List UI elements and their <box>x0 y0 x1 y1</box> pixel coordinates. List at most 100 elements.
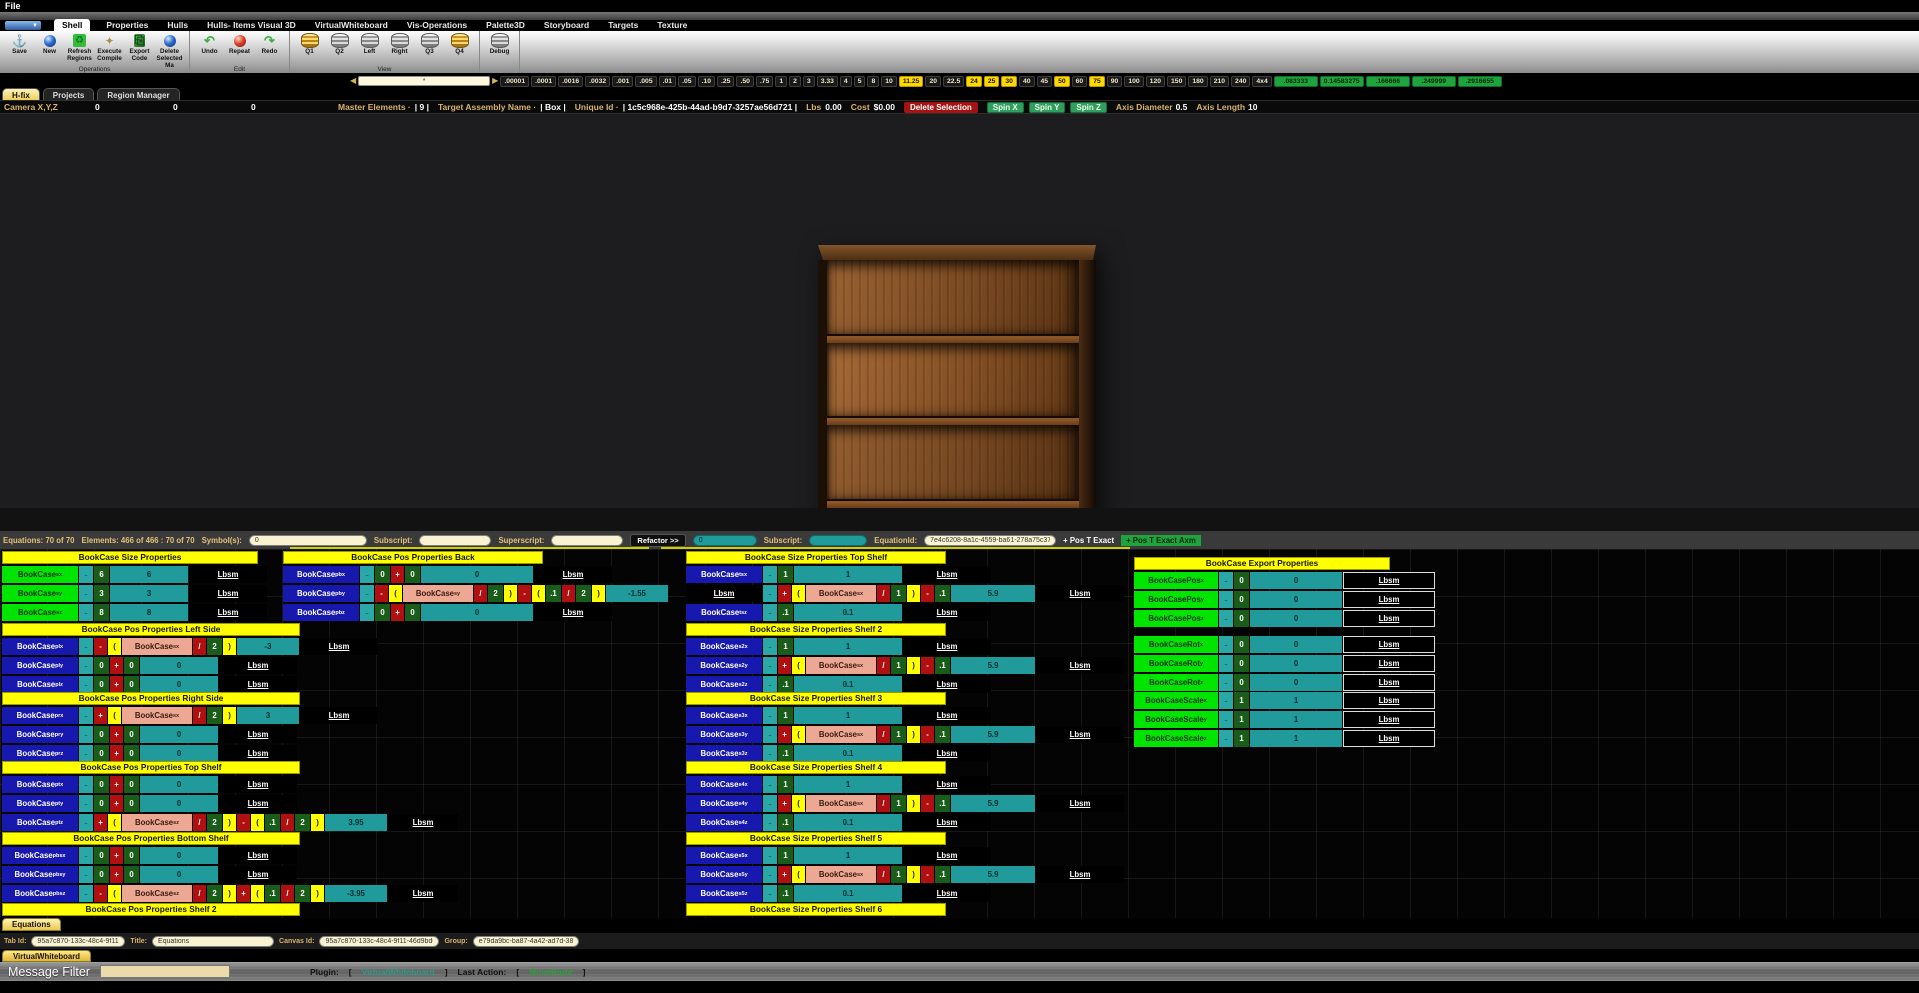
lbsm-link[interactable]: Lbsm <box>219 657 297 674</box>
dots-cell[interactable]: .. <box>763 847 777 864</box>
lbsm-link[interactable]: Lbsm <box>388 814 458 831</box>
paren-token[interactable]: ( <box>792 866 805 883</box>
number-token[interactable]: 0 <box>94 745 109 762</box>
reference-token[interactable]: BookCase sy <box>403 585 473 602</box>
value-cell[interactable]: 0 <box>140 847 218 864</box>
operator-token[interactable]: / <box>877 795 890 812</box>
lbsm-link[interactable]: Lbsm <box>1343 730 1435 747</box>
number-token[interactable]: 2 <box>207 814 222 831</box>
increment-3[interactable]: 3 <box>802 75 815 87</box>
value-cell[interactable]: 5.9 <box>951 795 1035 812</box>
number-token[interactable]: 0 <box>94 676 109 693</box>
panel-title[interactable]: BookCase Size Properties Shelf 2 <box>686 623 946 636</box>
operator-token[interactable]: + <box>778 585 791 602</box>
save-button[interactable]: Save <box>5 33 34 69</box>
menu-vis-operations[interactable]: Vis-Operations <box>404 19 470 31</box>
tab-id-input[interactable] <box>31 935 126 947</box>
lbsm-link[interactable]: Lbsm <box>219 726 297 743</box>
variable-label[interactable]: BookCase s4z <box>686 814 762 831</box>
dots-cell[interactable]: .. <box>360 566 374 583</box>
value-cell[interactable]: 0 <box>140 866 218 883</box>
increment-40[interactable]: 40 <box>1018 75 1035 87</box>
number-token[interactable]: 0 <box>1234 636 1249 653</box>
paren-token[interactable]: ) <box>311 885 324 902</box>
operator-token[interactable]: + <box>110 657 123 674</box>
dots-cell[interactable]: .. <box>763 638 777 655</box>
value-cell[interactable]: 0 <box>140 745 218 762</box>
menu-properties[interactable]: Properties <box>103 19 151 31</box>
strip-prev-icon[interactable]: ◀ <box>350 77 356 85</box>
lbsm-link[interactable]: Lbsm <box>1036 657 1124 674</box>
value-cell[interactable]: 5.9 <box>951 657 1035 674</box>
value-cell[interactable]: 6 <box>110 566 188 583</box>
strip-next-icon[interactable]: ▶ <box>492 77 498 85</box>
value-cell[interactable]: 0 <box>140 657 218 674</box>
value-cell[interactable]: 0 <box>1250 610 1342 627</box>
reference-token[interactable]: BookCase sx <box>806 657 876 674</box>
variable-label[interactable]: BookCaseScale x <box>1134 692 1218 709</box>
number-token[interactable]: 0 <box>124 657 139 674</box>
value-cell[interactable]: 8 <box>110 604 188 621</box>
dots-cell[interactable]: .. <box>763 745 777 762</box>
dots-cell[interactable]: .. <box>1219 610 1233 627</box>
lbsm-link[interactable]: Lbsm <box>1036 726 1124 743</box>
value-cell[interactable]: 1 <box>794 638 902 655</box>
paren-token[interactable]: ( <box>251 885 264 902</box>
value-cell[interactable]: -1.55 <box>606 585 668 602</box>
variable-label[interactable]: BookCase s5z <box>686 885 762 902</box>
number-token[interactable]: 1 <box>891 795 906 812</box>
number-token[interactable]: 0 <box>375 604 390 621</box>
lbsm-link[interactable]: Lbsm <box>903 604 991 621</box>
q2-button[interactable]: Q2 <box>325 33 354 56</box>
increment-60[interactable]: 60 <box>1071 75 1088 87</box>
variable-label[interactable]: BookCasePos y <box>1134 591 1218 608</box>
panel-title[interactable]: BookCase Size Properties <box>2 551 258 564</box>
operator-token[interactable]: + <box>110 866 123 883</box>
value-cell[interactable]: 5.9 <box>951 726 1035 743</box>
number-token[interactable]: 6 <box>94 566 109 583</box>
dots-cell[interactable]: .. <box>79 638 93 655</box>
paren-token[interactable]: ( <box>532 585 545 602</box>
value-cell[interactable]: 0 <box>1250 591 1342 608</box>
dots-cell[interactable]: .. <box>1219 674 1233 691</box>
lbsm-link[interactable]: Lbsm <box>1343 692 1435 709</box>
panel-title[interactable]: BookCase Pos Properties Left Side <box>2 623 300 636</box>
variable-label[interactable]: BookCase sz <box>2 604 78 621</box>
number-token[interactable]: 0 <box>124 726 139 743</box>
variable-label[interactable]: BookCase tsz <box>686 604 762 621</box>
paren-token[interactable]: ( <box>108 638 121 655</box>
number-token[interactable]: 0 <box>94 866 109 883</box>
dots-cell[interactable]: .. <box>79 604 93 621</box>
last-action-value[interactable]: MoveRight <box>529 967 572 977</box>
spin-y-button[interactable]: Spin Y <box>1028 101 1066 113</box>
value-cell[interactable]: 0.1 <box>794 814 902 831</box>
dots-cell[interactable]: .. <box>1219 636 1233 653</box>
dots-cell[interactable]: .. <box>360 604 374 621</box>
dots-cell[interactable]: .. <box>79 885 93 902</box>
paren-token[interactable]: ) <box>311 814 324 831</box>
variable-label[interactable]: BookCaseScale z <box>1134 730 1218 747</box>
number-token[interactable]: .1 <box>778 604 793 621</box>
operator-token[interactable]: / <box>877 726 890 743</box>
paren-token[interactable]: ) <box>223 707 236 724</box>
panel-title[interactable]: BookCase Pos Properties Back <box>283 551 543 564</box>
operator-token[interactable]: + <box>94 707 107 724</box>
increment-0001[interactable]: .0001 <box>531 75 557 87</box>
variable-label[interactable]: BookCase prx <box>2 707 78 724</box>
delete-selection-button[interactable]: Delete Selection <box>903 101 978 113</box>
dots-cell[interactable]: .. <box>79 566 93 583</box>
increment-120[interactable]: 120 <box>1145 75 1166 87</box>
number-token[interactable]: 1 <box>891 657 906 674</box>
value-cell[interactable]: 0 <box>140 795 218 812</box>
increment-249999[interactable]: .249999 <box>1411 75 1456 87</box>
paren-token[interactable]: ( <box>792 585 805 602</box>
number-token[interactable]: 1 <box>891 585 906 602</box>
number-token[interactable]: .1 <box>778 814 793 831</box>
value-cell[interactable]: 0 <box>1250 572 1342 589</box>
operator-token[interactable]: / <box>562 585 575 602</box>
operator-token[interactable]: - <box>921 795 934 812</box>
variable-label[interactable]: BookCase tsx <box>686 566 762 583</box>
variable-label[interactable]: BookCase pbsz <box>2 885 78 902</box>
operator-token[interactable]: + <box>391 566 404 583</box>
value-cell[interactable]: 5.9 <box>951 585 1035 602</box>
